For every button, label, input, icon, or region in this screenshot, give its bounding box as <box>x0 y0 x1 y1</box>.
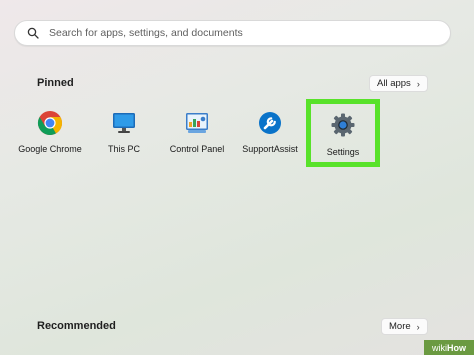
this-pc-icon <box>111 110 137 136</box>
pinned-app-supportassist[interactable]: SupportAssist <box>233 110 307 154</box>
all-apps-button[interactable]: All apps › <box>369 75 428 92</box>
pinned-app-this-pc[interactable]: This PC <box>87 110 161 154</box>
app-label: Settings <box>326 147 360 157</box>
control-panel-icon <box>184 110 210 136</box>
app-label: Control Panel <box>169 144 225 154</box>
all-apps-label: All apps <box>377 78 411 89</box>
pinned-section-title: Pinned <box>37 77 74 89</box>
more-label: More <box>389 321 411 332</box>
pinned-app-google-chrome[interactable]: Google Chrome <box>13 110 87 154</box>
chrome-icon <box>37 110 63 136</box>
app-label: This PC <box>107 144 140 154</box>
watermark-part1: wiki <box>432 342 447 353</box>
recommended-section-title: Recommended <box>37 320 116 332</box>
wikihow-watermark: wiki How <box>424 340 474 355</box>
chevron-right-icon: › <box>416 78 420 89</box>
pinned-app-control-panel[interactable]: Control Panel <box>160 110 234 154</box>
pinned-app-settings[interactable]: Settings <box>306 99 380 167</box>
search-bar[interactable] <box>14 20 451 46</box>
watermark-part2: How <box>447 342 466 353</box>
search-input[interactable] <box>47 26 431 40</box>
settings-gear-icon <box>330 112 356 138</box>
app-label: Google Chrome <box>18 144 82 154</box>
supportassist-icon <box>257 110 283 136</box>
search-icon <box>27 27 39 39</box>
chevron-right-icon: › <box>416 321 420 332</box>
more-button[interactable]: More › <box>381 318 428 335</box>
app-label: SupportAssist <box>242 144 298 154</box>
